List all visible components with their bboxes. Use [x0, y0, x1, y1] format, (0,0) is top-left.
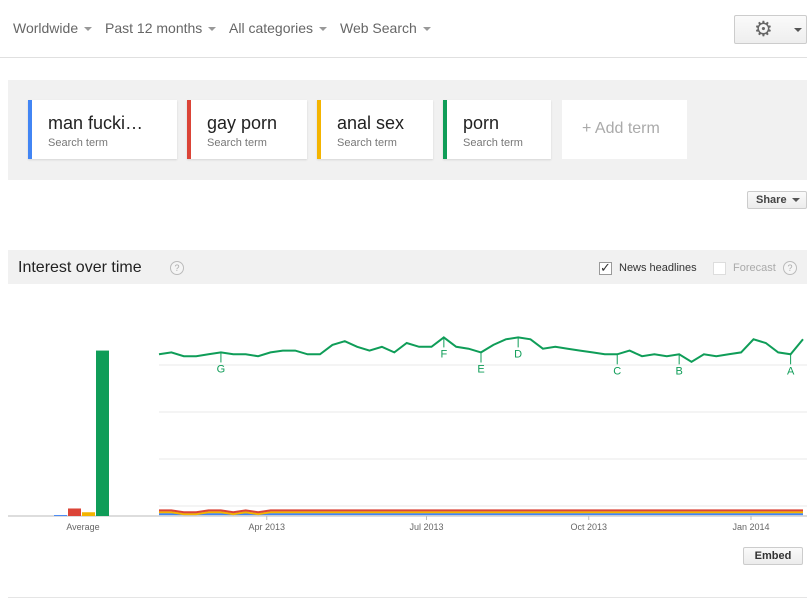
time-filter[interactable]: Past 12 months	[105, 20, 217, 36]
interest-over-time-header: Interest over time ? News headlines Fore…	[8, 250, 807, 284]
annotation-label: B	[675, 365, 682, 377]
help-icon[interactable]: ?	[170, 261, 184, 275]
share-button[interactable]: Share	[747, 191, 807, 209]
x-tick-label: Oct 2013	[570, 522, 607, 532]
average-bar	[96, 350, 109, 516]
search-term-type: Search term	[48, 137, 108, 149]
share-label: Share	[756, 194, 787, 206]
divider	[8, 597, 807, 598]
search-term-name: porn	[463, 113, 500, 133]
add-term-button[interactable]: + Add term	[562, 100, 687, 159]
search-terms-panel: man fucki… Search term gay porn Search t…	[8, 80, 807, 180]
embed-label: Embed	[754, 550, 792, 562]
search-term-card[interactable]: gay porn Search term	[187, 100, 307, 159]
embed-button[interactable]: Embed	[743, 547, 803, 565]
category-filter-label: All categories	[229, 20, 314, 36]
search-term-card[interactable]: porn Search term	[443, 100, 551, 159]
category-filter[interactable]: All categories	[229, 20, 328, 36]
average-bar	[54, 515, 67, 516]
term-color-bar	[28, 100, 32, 159]
chevron-down-icon	[422, 27, 431, 32]
annotation-label: A	[787, 365, 795, 377]
search-type-filter[interactable]: Web Search	[340, 20, 431, 36]
annotation-label: D	[514, 348, 522, 360]
gear-icon: ⚙	[754, 18, 773, 41]
forecast-checkbox	[713, 262, 726, 275]
interest-over-time-chart: Average G F E D C B A Apr 2013 Jul 2013 Oct 2013 Ja…	[8, 336, 807, 532]
search-term-card[interactable]: anal sex Search term	[317, 100, 433, 159]
filter-bar: Worldwide Past 12 months All categories …	[0, 0, 807, 58]
x-tick-label: Jul 2013	[409, 522, 443, 532]
annotation-label: E	[477, 363, 484, 375]
search-term-type: Search term	[207, 137, 267, 149]
section-title: Interest over time	[18, 259, 142, 276]
time-filter-label: Past 12 months	[105, 20, 203, 36]
term-color-bar	[317, 100, 321, 159]
help-icon[interactable]: ?	[783, 261, 797, 275]
news-headlines-checkbox[interactable]	[599, 260, 612, 276]
chevron-down-icon	[794, 28, 802, 32]
search-term-card[interactable]: man fucki… Search term	[28, 100, 177, 159]
chevron-down-icon	[791, 198, 800, 203]
chevron-down-icon	[208, 27, 217, 32]
search-type-filter-label: Web Search	[340, 20, 417, 36]
x-tick-label: Apr 2013	[248, 522, 285, 532]
region-filter[interactable]: Worldwide	[13, 20, 93, 36]
term-color-bar	[187, 100, 191, 159]
term-color-bar	[443, 100, 447, 159]
annotation-label: F	[440, 348, 447, 360]
annotation-label: G	[217, 363, 226, 375]
search-term-name: gay porn	[207, 113, 278, 133]
chevron-down-icon	[84, 27, 93, 32]
settings-button[interactable]: ⚙	[734, 15, 807, 44]
average-label: Average	[66, 522, 99, 532]
search-term-type: Search term	[337, 137, 397, 149]
x-tick-label: Jan 2014	[732, 522, 769, 532]
chevron-down-icon	[319, 27, 328, 32]
region-filter-label: Worldwide	[13, 20, 79, 36]
search-term-name: anal sex	[337, 113, 405, 133]
forecast-label: Forecast	[733, 262, 776, 274]
news-headlines-label: News headlines	[619, 262, 697, 274]
annotation-label: C	[613, 365, 621, 377]
add-term-label: + Add term	[582, 120, 660, 137]
search-term-type: Search term	[463, 137, 523, 149]
average-bar	[68, 508, 81, 516]
average-bar	[82, 512, 95, 516]
search-term-name: man fucki…	[48, 113, 144, 133]
